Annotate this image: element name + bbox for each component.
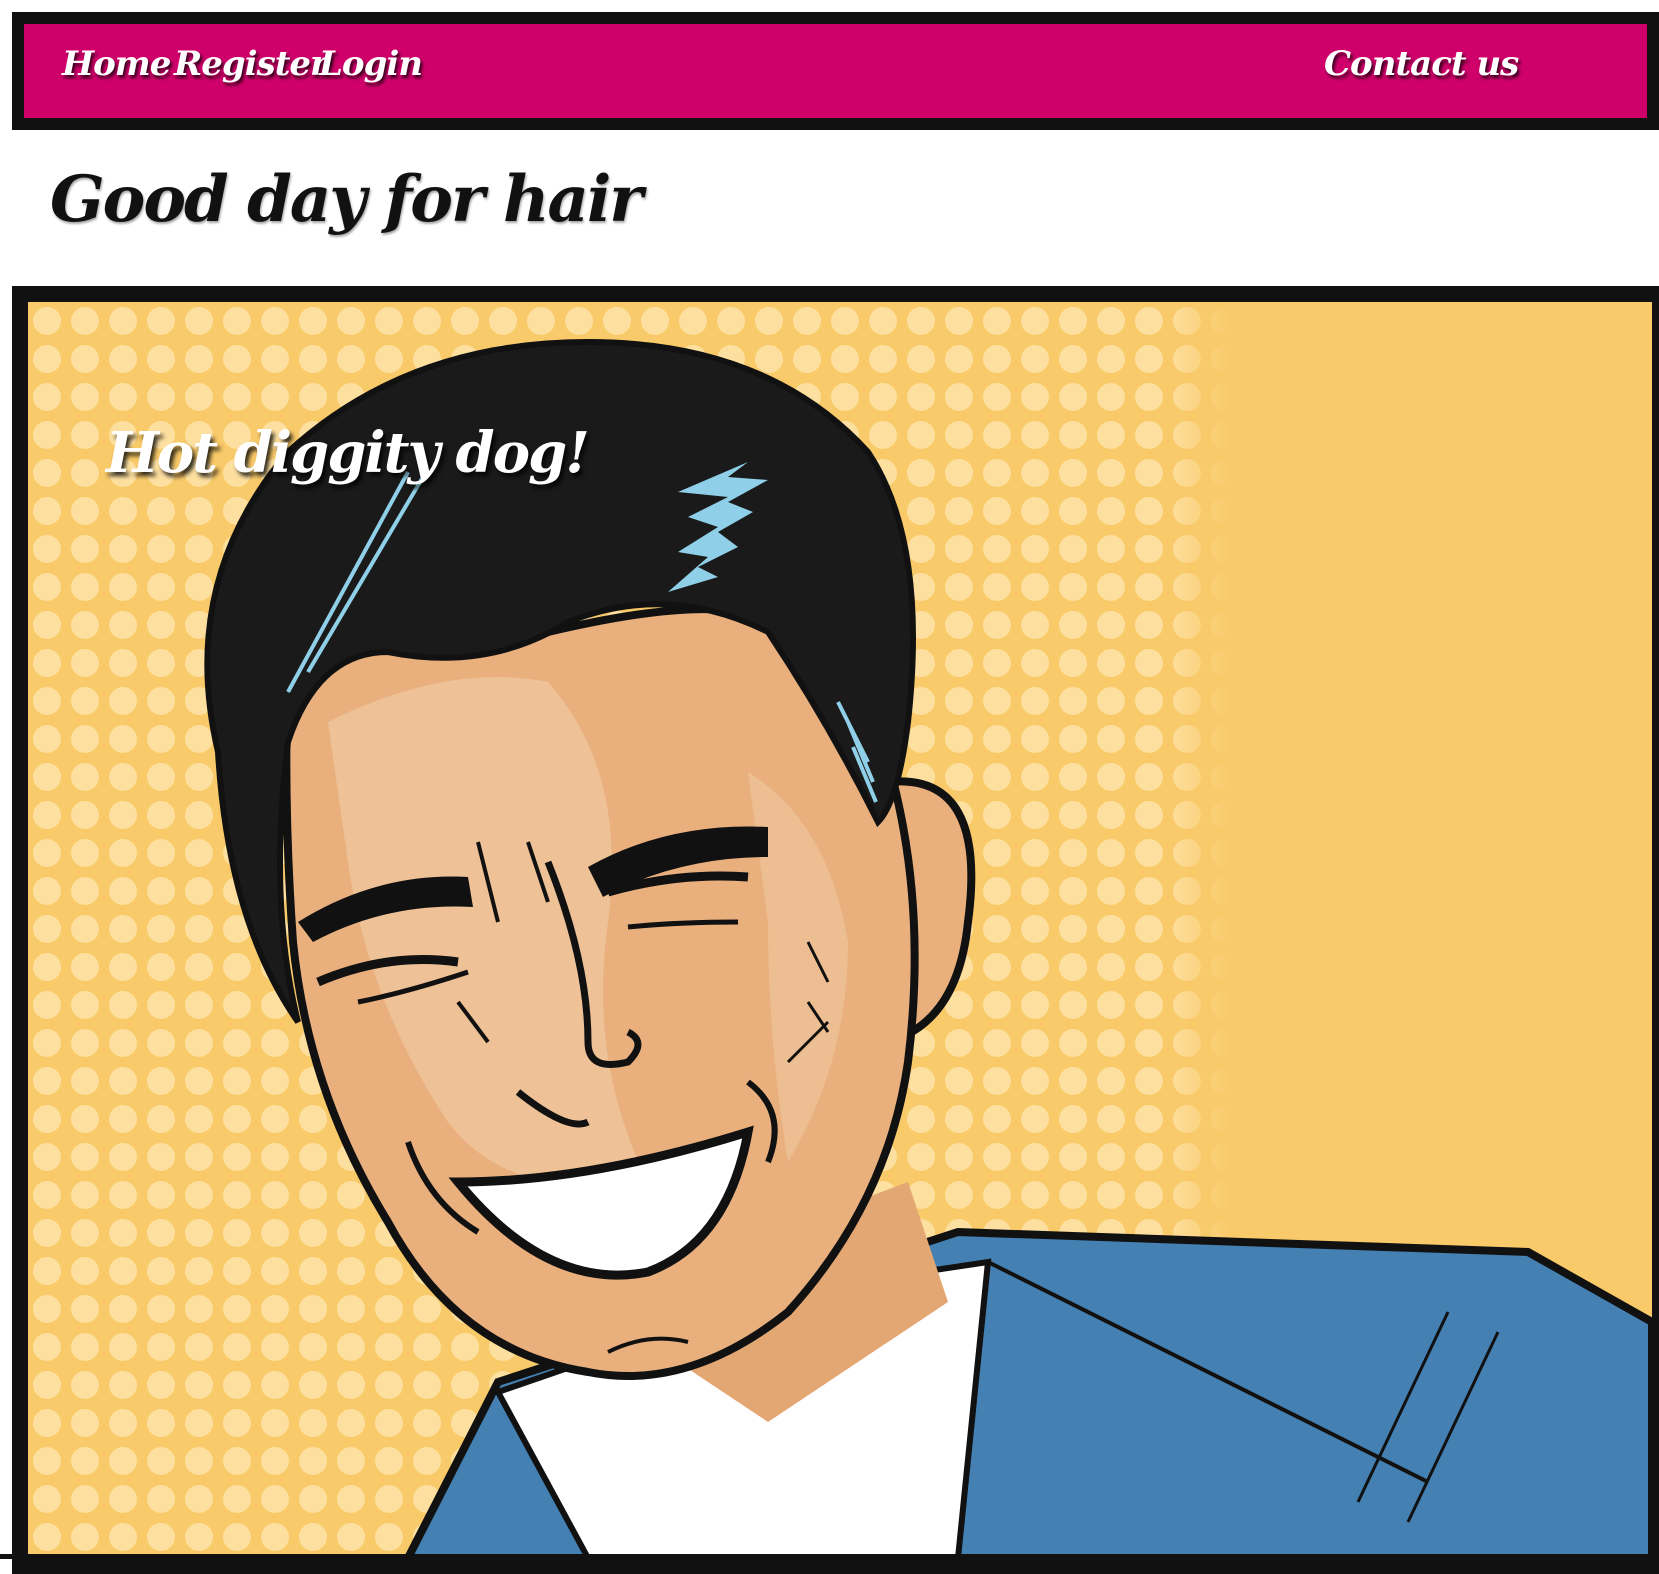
nav-contact-link[interactable]: Contact us — [1324, 44, 1519, 84]
hero-banner: Hot diggity dog! — [12, 286, 1659, 1574]
nav-login-link[interactable]: Login — [319, 44, 423, 84]
nav-home-link[interactable]: Home — [62, 44, 171, 84]
hero-illustration — [28, 302, 1652, 1558]
hero-caption: Hot diggity dog! — [106, 420, 590, 486]
page-bottom-border — [0, 1554, 1659, 1559]
page-title: Good day for hair — [50, 162, 643, 237]
top-navbar: Home Register Login Contact us — [12, 12, 1659, 130]
nav-register-link[interactable]: Register — [174, 44, 328, 84]
